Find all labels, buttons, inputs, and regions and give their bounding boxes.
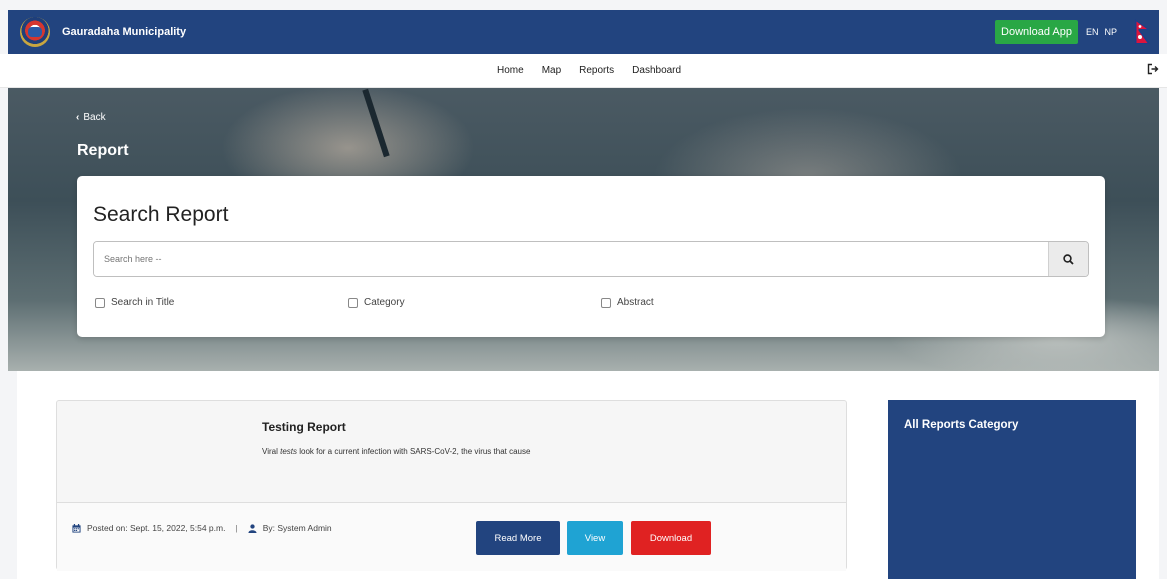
search-input[interactable] (94, 242, 1048, 276)
search-report-card: Search Report Search in Title Category A… (77, 176, 1105, 337)
nav-map[interactable]: Map (542, 65, 561, 76)
checkbox-box[interactable] (601, 297, 611, 308)
app-title[interactable]: Gauradaha Municipality (62, 26, 186, 38)
view-button[interactable]: View (567, 521, 623, 555)
search-title: Search Report (93, 203, 229, 226)
desc-emphasis: tests (280, 447, 297, 456)
page-title: Report (77, 142, 129, 159)
checkbox-label: Abstract (617, 297, 654, 308)
desc-after: look for a current infection with SARS-C… (297, 447, 531, 456)
report-card-footer: Posted on: Sept. 15, 2022, 5:54 p.m. | B… (57, 502, 846, 571)
checkbox-label: Search in Title (111, 297, 175, 308)
report-author: By: System Admin (262, 523, 332, 533)
lang-en-link[interactable]: EN (1086, 27, 1099, 37)
checkbox-box[interactable] (348, 297, 358, 308)
sign-out-icon[interactable] (1147, 63, 1159, 78)
download-button[interactable]: Download (631, 521, 711, 555)
download-app-button[interactable]: Download App (995, 20, 1078, 44)
category-panel-title: All Reports Category (904, 419, 1019, 431)
calendar-icon (72, 523, 81, 533)
report-description: Viral tests look for a current infection… (262, 447, 530, 456)
search-bar (93, 241, 1089, 277)
abstract-checkbox[interactable]: Abstract (601, 297, 654, 308)
top-header-bar: Gauradaha Municipality Download App EN N… (8, 10, 1159, 54)
reports-category-panel: All Reports Category (888, 400, 1136, 579)
nav-reports[interactable]: Reports (579, 65, 614, 76)
lang-np-link[interactable]: NP (1104, 27, 1117, 37)
back-link[interactable]: ‹ Back (76, 112, 106, 123)
checkbox-box[interactable] (95, 297, 105, 308)
chevron-left-icon: ‹ (76, 112, 80, 123)
nepal-flag-icon (1135, 19, 1151, 45)
search-in-title-checkbox[interactable]: Search in Title (95, 297, 174, 308)
search-icon (1063, 253, 1074, 265)
report-card: Testing Report Viral tests look for a cu… (56, 400, 847, 571)
meta-separator: | (235, 523, 238, 533)
read-more-button[interactable]: Read More (476, 521, 560, 555)
report-title[interactable]: Testing Report (262, 420, 346, 434)
back-label: Back (83, 112, 106, 123)
report-meta: Posted on: Sept. 15, 2022, 5:54 p.m. | B… (72, 523, 332, 533)
nav-dashboard[interactable]: Dashboard (632, 65, 681, 76)
nav-home[interactable]: Home (497, 65, 524, 76)
search-button[interactable] (1048, 242, 1088, 276)
header-actions: Download App EN NP (995, 19, 1151, 45)
nav-links: Home Map Reports Dashboard (497, 65, 681, 76)
posted-date: Posted on: Sept. 15, 2022, 5:54 p.m. (87, 523, 226, 533)
desc-before: Viral (262, 447, 281, 456)
hero-background-pen (362, 88, 390, 158)
user-icon (248, 523, 257, 533)
main-nav: Home Map Reports Dashboard (0, 54, 1167, 88)
category-checkbox[interactable]: Category (348, 297, 405, 308)
municipality-emblem-icon[interactable] (20, 17, 50, 47)
checkbox-label: Category (364, 297, 405, 308)
